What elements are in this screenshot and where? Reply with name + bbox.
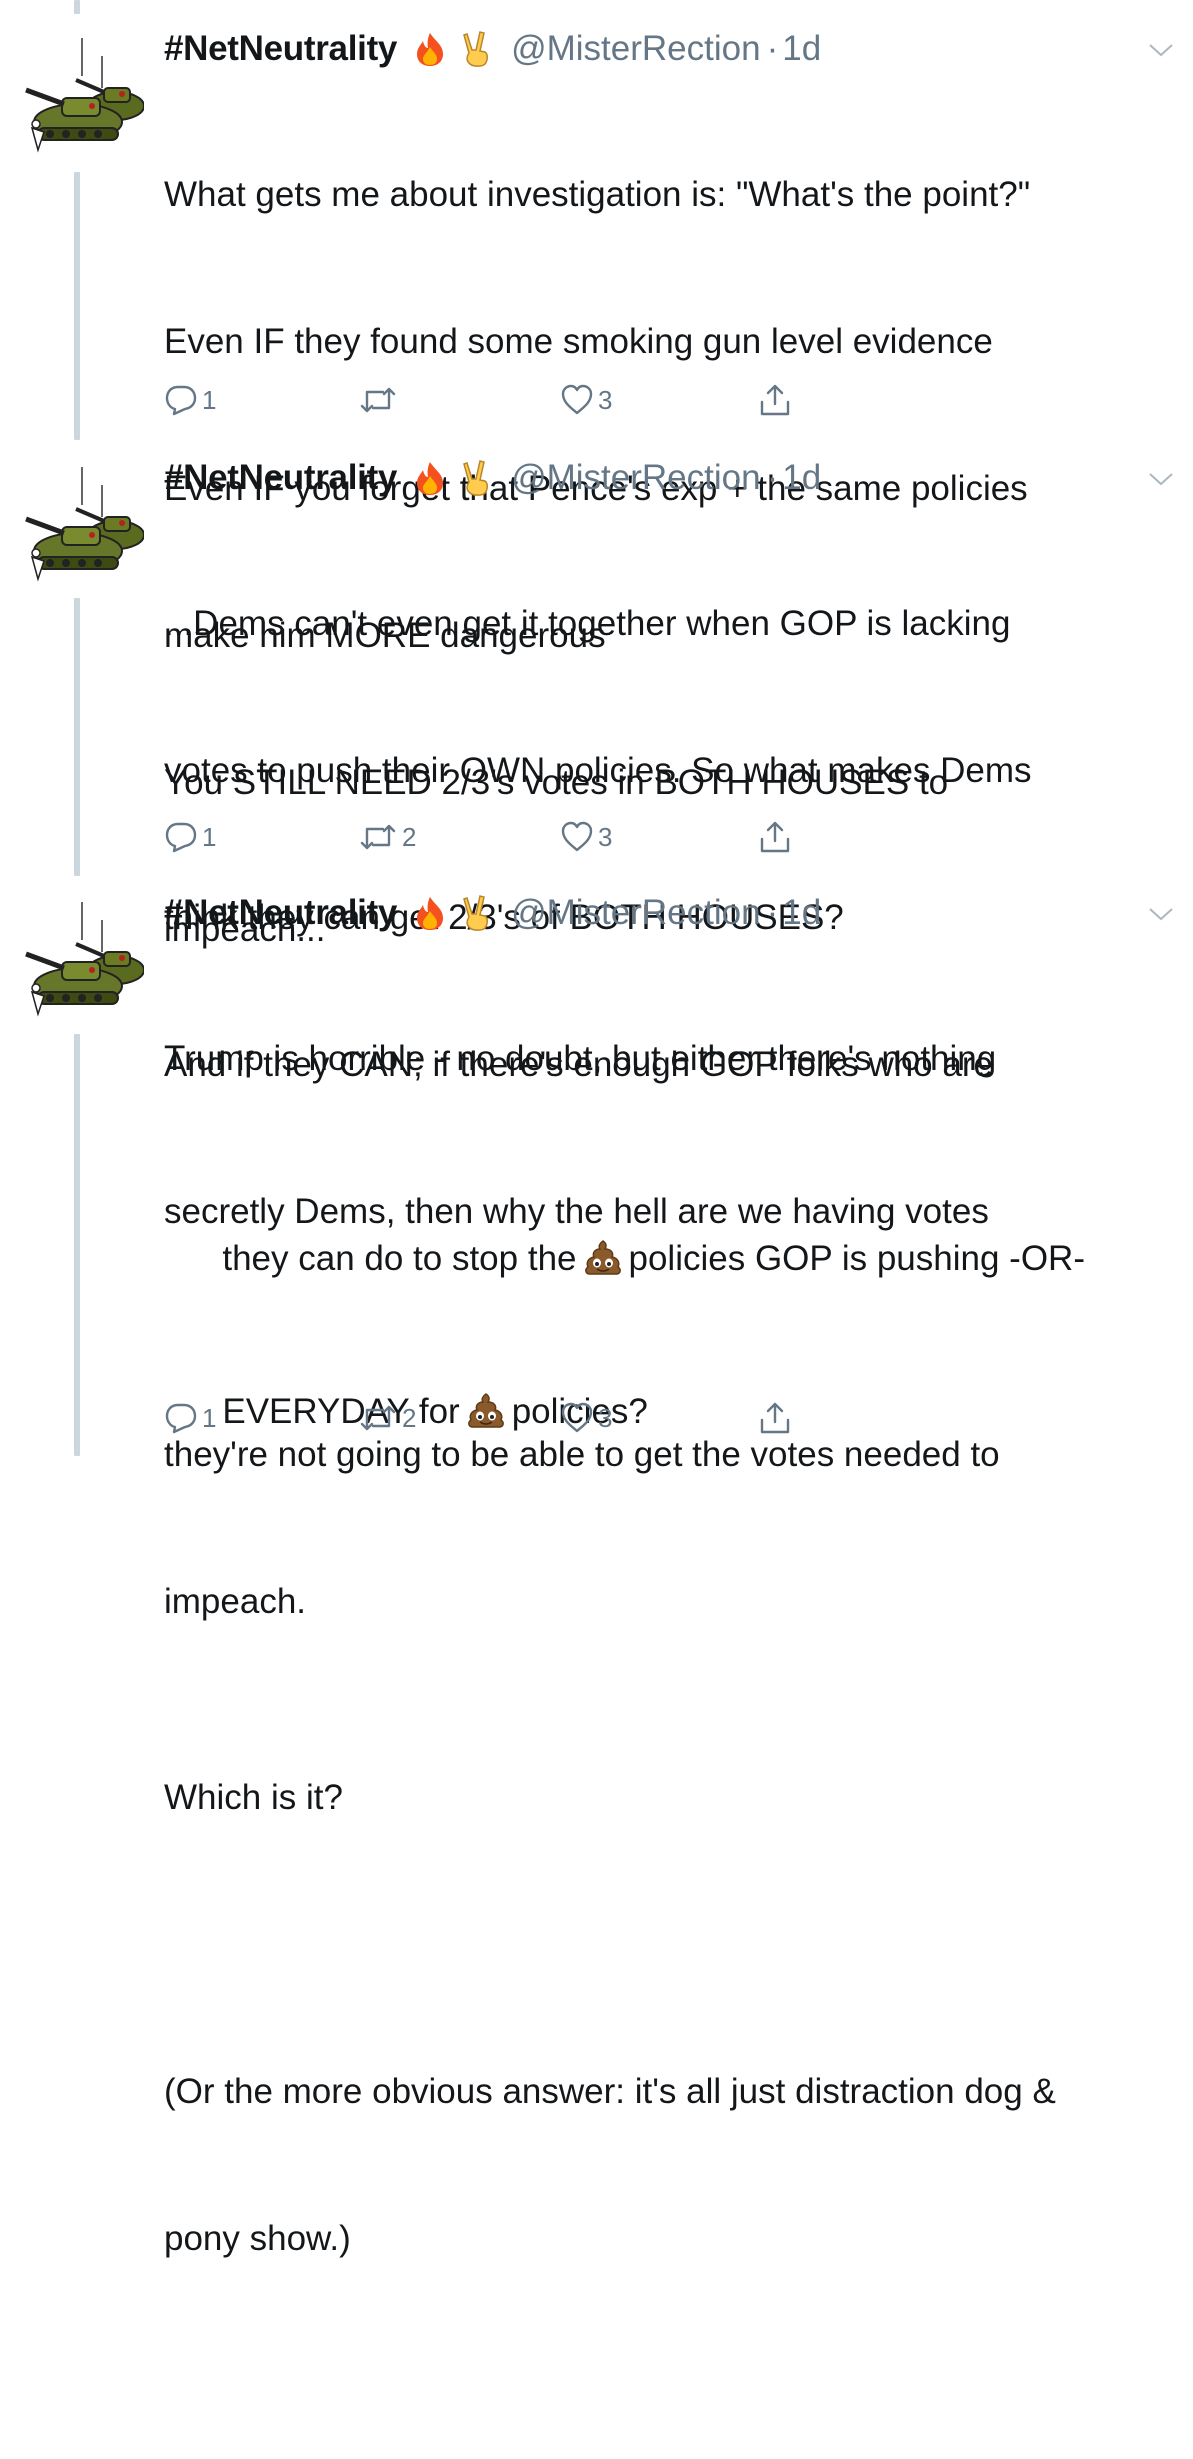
tweet-line: ...Dems can't even get it together when …	[164, 604, 1011, 643]
retweet-icon	[360, 824, 396, 850]
fire-emoji-icon	[411, 894, 449, 932]
tweet-line: votes to push their OWN policies. So wha…	[164, 751, 1032, 790]
share-button[interactable]	[758, 1398, 792, 1438]
chevron-down-icon[interactable]	[1146, 40, 1176, 60]
like-button[interactable]: 3	[560, 380, 612, 420]
heart-icon	[561, 1402, 593, 1433]
display-name[interactable]: #NetNeutrality	[164, 29, 397, 69]
retweet-count: 2	[402, 1402, 417, 1433]
heart-icon	[561, 384, 593, 415]
reply-count: 1	[202, 1402, 217, 1433]
victory-hand-emoji-icon	[457, 894, 495, 932]
chevron-down-icon[interactable]	[1146, 469, 1176, 489]
fire-emoji-icon	[411, 30, 449, 68]
tweet-line-part: they can do to stop the	[222, 1239, 577, 1278]
tweet-paragraph: Which is it?	[164, 1778, 343, 1817]
like-count: 3	[598, 821, 613, 852]
separator-dot: ·	[766, 458, 779, 497]
share-icon	[760, 821, 790, 853]
tweet-line: impeach.	[164, 1582, 307, 1621]
reply-icon	[165, 822, 197, 853]
tweet-line: Even IF they found some smoking gun leve…	[164, 322, 993, 361]
heart-icon	[561, 821, 593, 852]
avatar[interactable]	[18, 32, 145, 158]
tweet[interactable]: #NetNeutrality @MisterRection · 1d ...De…	[0, 453, 1193, 1431]
share-button[interactable]	[758, 817, 792, 857]
avatar[interactable]	[18, 461, 145, 587]
victory-hand-emoji-icon	[457, 30, 495, 68]
avatar[interactable]	[18, 896, 145, 1022]
timestamp[interactable]: 1d	[782, 29, 821, 69]
tweet-header: #NetNeutrality @MisterRection · 1d	[164, 453, 821, 503]
like-count: 3	[598, 1402, 613, 1433]
tweet-paragraph: (Or the more obvious answer: it's all ju…	[164, 1969, 1174, 2361]
user-handle[interactable]: @MisterRection	[511, 458, 760, 498]
tweet-actions: 1 2 3	[164, 1398, 864, 1438]
tweet-line: Trump is horrible - no doubt, but either…	[164, 1039, 997, 1078]
tweet-line: they can do to stop the policies GOP is p…	[164, 1185, 1174, 1332]
pile-of-poo-emoji-icon	[583, 1238, 623, 1276]
chevron-down-icon[interactable]	[1146, 904, 1176, 924]
tweet-header: #NetNeutrality @MisterRection · 1d	[164, 24, 821, 74]
separator-dot: ·	[766, 29, 779, 68]
reply-icon	[165, 1403, 197, 1434]
reply-button[interactable]: 1	[164, 380, 216, 420]
retweet-count: 2	[402, 821, 417, 852]
retweet-icon	[360, 1405, 396, 1431]
reply-button[interactable]: 1	[164, 1398, 216, 1438]
thread-line	[74, 0, 80, 14]
like-count: 3	[598, 384, 613, 415]
user-handle[interactable]: @MisterRection	[511, 893, 760, 933]
separator-dot: ·	[766, 893, 779, 932]
reply-icon	[165, 385, 197, 416]
tweet-actions: 1 2 3	[164, 817, 864, 857]
share-icon	[760, 1402, 790, 1434]
tank-avatar-icon	[19, 462, 145, 586]
user-handle[interactable]: @MisterRection	[511, 29, 760, 69]
tank-avatar-icon	[19, 897, 145, 1021]
display-name[interactable]: #NetNeutrality	[164, 458, 397, 498]
retweet-button[interactable]: 2	[358, 817, 416, 857]
reply-count: 1	[202, 821, 217, 852]
share-button[interactable]	[758, 380, 792, 420]
tweet-line: What gets me about investigation is: "Wh…	[164, 175, 1031, 214]
timestamp[interactable]: 1d	[782, 458, 821, 498]
reply-button[interactable]: 1	[164, 817, 216, 857]
display-name[interactable]: #NetNeutrality	[164, 893, 397, 933]
tweet[interactable]: #NetNeutrality @MisterRection · 1d What …	[0, 24, 1193, 949]
tweet-actions: 1 3	[164, 380, 864, 420]
share-icon	[760, 384, 790, 416]
tweet-line: (Or the more obvious answer: it's all ju…	[164, 2072, 1056, 2111]
tweet[interactable]: #NetNeutrality @MisterRection · 1d Trump…	[0, 888, 1193, 2258]
retweet-button[interactable]	[358, 380, 402, 420]
like-button[interactable]: 3	[560, 817, 612, 857]
like-button[interactable]: 3	[560, 1398, 612, 1438]
tweet-text: Trump is horrible - no doubt, but either…	[164, 936, 1174, 2459]
tweet-line: pony show.)	[164, 2219, 351, 2258]
tweet-header: #NetNeutrality @MisterRection · 1d	[164, 888, 821, 938]
fire-emoji-icon	[411, 459, 449, 497]
retweet-icon	[360, 387, 396, 413]
tank-avatar-icon	[19, 33, 145, 157]
victory-hand-emoji-icon	[457, 459, 495, 497]
retweet-button[interactable]: 2	[358, 1398, 416, 1438]
tweet-line-part: policies GOP is pushing -OR-	[628, 1239, 1085, 1278]
timestamp[interactable]: 1d	[782, 893, 821, 933]
reply-count: 1	[202, 384, 217, 415]
